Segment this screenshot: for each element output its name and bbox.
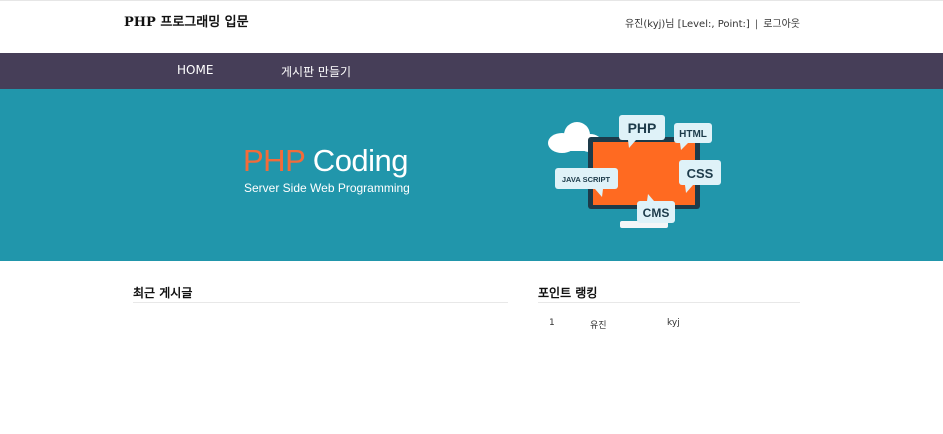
hero-banner: PHP Coding Server Side Web Programming P…: [0, 89, 943, 261]
cms-bubble-label: CMS: [643, 206, 670, 220]
user-separator: |: [754, 19, 759, 30]
php-bubble-label: PHP: [628, 120, 657, 136]
banner-title-rest: Coding: [304, 143, 409, 178]
banner-title-accent: PHP: [243, 143, 305, 178]
latest-posts-title: 최근 게시글: [133, 286, 193, 300]
coding-illustration: PHP HTML JAVA SCRIPT CSS CMS: [548, 115, 721, 228]
css-bubble-label: CSS: [687, 166, 714, 181]
js-bubble-label: JAVA SCRIPT: [562, 175, 611, 184]
banner-title: PHP Coding: [243, 143, 409, 179]
user-area: 유진(kyj)님 [Level:, Point:] | 로그아웃: [625, 15, 800, 30]
site-title[interactable]: PHP 프로그래밍 입문: [124, 11, 249, 30]
banner-subtitle: Server Side Web Programming: [244, 181, 410, 195]
main-navbar: HOME 게시판 만들기: [0, 53, 943, 89]
logout-link[interactable]: 로그아웃: [763, 19, 800, 30]
user-info: 유진(kyj)님 [Level:, Point:]: [624, 19, 750, 30]
nav-item-board[interactable]: 게시판 만들기: [281, 63, 351, 80]
html-bubble-label: HTML: [679, 129, 707, 140]
main-content: 최근 게시글 포인트 랭킹 1 유진 kyj: [0, 261, 943, 434]
top-header: PHP 프로그래밍 입문 유진(kyj)님 [Level:, Point:] | 로…: [0, 0, 943, 53]
nav-item-home[interactable]: HOME: [177, 63, 213, 77]
point-ranking-divider: [538, 302, 800, 303]
ranking-name: 유진: [590, 321, 607, 331]
point-ranking-title: 포인트 랭킹: [538, 286, 598, 300]
ranking-rank: 1: [549, 318, 555, 328]
ranking-id: kyj: [667, 318, 680, 328]
latest-posts-divider: [133, 302, 508, 303]
